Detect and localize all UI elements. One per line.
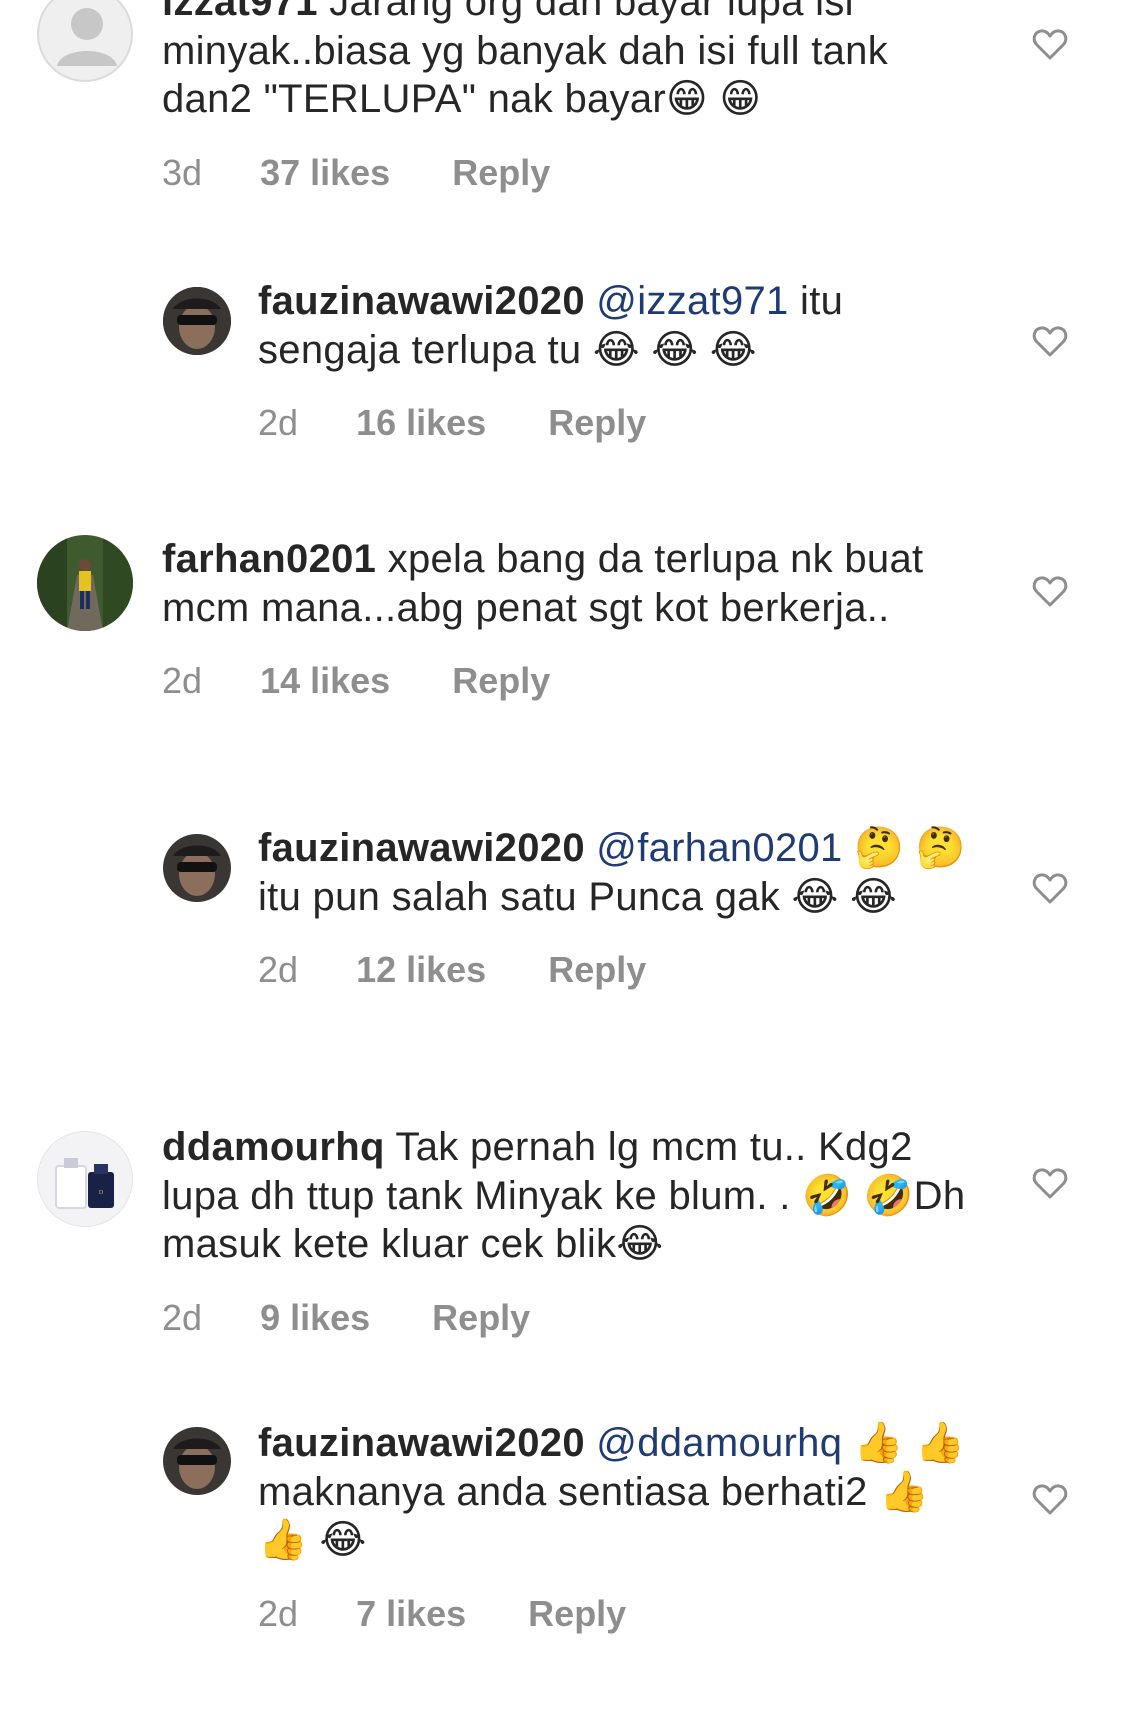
- avatar: [163, 1427, 231, 1495]
- heart-outline-icon[interactable]: [1030, 1163, 1070, 1203]
- comment-text: fauzinawawi2020 @farhan0201 🤔 🤔 itu pun …: [258, 824, 982, 921]
- avatar[interactable]: [163, 287, 231, 355]
- comment-username[interactable]: fauzinawawi2020: [258, 1421, 585, 1465]
- comment-meta: 2d 14 likes Reply: [162, 660, 982, 702]
- svg-text:D: D: [99, 1190, 104, 1196]
- comment-meta: 3d 37 likes Reply: [162, 152, 982, 194]
- comment-text: ddamourhq Tak pernah lg mcm tu.. Kdg2 lu…: [162, 1123, 982, 1269]
- comment-username[interactable]: ddamourhq: [162, 1125, 385, 1169]
- comment-body: ddamourhq Tak pernah lg mcm tu.. Kdg2 lu…: [162, 1123, 982, 1339]
- comment-meta: 2d 16 likes Reply: [258, 402, 982, 444]
- reply-button[interactable]: Reply: [452, 152, 550, 194]
- comment-likes[interactable]: 16 likes: [356, 402, 486, 444]
- default-avatar-icon[interactable]: [37, 0, 133, 82]
- reply-button[interactable]: Reply: [452, 660, 550, 702]
- reply-button[interactable]: Reply: [528, 1593, 626, 1635]
- heart-outline-icon[interactable]: [1030, 868, 1070, 908]
- comment-time: 2d: [258, 949, 299, 990]
- comment-likes[interactable]: 14 likes: [260, 660, 390, 702]
- comments-feed: izzat971 Jarang org dah bayar lupa isi m…: [0, 0, 1125, 1710]
- avatar: [163, 287, 231, 355]
- comment-mention[interactable]: @ddamourhq: [596, 1421, 842, 1465]
- comment-username[interactable]: farhan0201: [162, 537, 376, 581]
- comment-time: 2d: [162, 1296, 203, 1338]
- comment-mention[interactable]: @farhan0201: [596, 826, 842, 870]
- comment-body: farhan0201 xpela bang da terlupa nk buat…: [162, 535, 982, 702]
- comment-username[interactable]: izzat971: [162, 0, 318, 24]
- avatar: [163, 834, 231, 902]
- heart-outline-icon[interactable]: [1030, 1479, 1070, 1519]
- comment-time: 2d: [258, 402, 299, 443]
- avatar[interactable]: D: [37, 1131, 133, 1227]
- comment-likes[interactable]: 7 likes: [356, 1593, 466, 1635]
- comment-body: fauzinawawi2020 @farhan0201 🤔 🤔 itu pun …: [258, 824, 982, 991]
- comment-body: izzat971 Jarang org dah bayar lupa isi m…: [162, 0, 982, 194]
- comment-username[interactable]: fauzinawawi2020: [258, 279, 585, 323]
- comment-mention[interactable]: @izzat971: [596, 279, 788, 323]
- avatar: [37, 535, 133, 631]
- heart-outline-icon[interactable]: [1030, 321, 1070, 361]
- avatar: D: [38, 1132, 132, 1226]
- comment-likes[interactable]: 37 likes: [260, 152, 390, 194]
- comment-text: fauzinawawi2020 @ddamourhq 👍 👍 maknanya …: [258, 1419, 982, 1565]
- comment-likes[interactable]: 12 likes: [356, 949, 486, 991]
- comment-body: fauzinawawi2020 @ddamourhq 👍 👍 maknanya …: [258, 1419, 982, 1635]
- comment-text: izzat971 Jarang org dah bayar lupa isi m…: [162, 0, 982, 124]
- comment-likes[interactable]: 9 likes: [260, 1297, 370, 1339]
- heart-outline-icon[interactable]: [1030, 571, 1070, 611]
- comment-time: 3d: [162, 151, 203, 193]
- avatar[interactable]: [163, 1427, 231, 1495]
- reply-button[interactable]: Reply: [432, 1297, 530, 1339]
- comment-time: 2d: [258, 1592, 299, 1634]
- default-avatar-icon: [57, 8, 117, 66]
- comment-meta: 2d 12 likes Reply: [258, 949, 982, 991]
- comment-text: farhan0201 xpela bang da terlupa nk buat…: [162, 535, 982, 632]
- comment-text: fauzinawawi2020 @izzat971 itu sengaja te…: [258, 277, 982, 374]
- avatar[interactable]: [37, 535, 133, 631]
- comment-body: fauzinawawi2020 @izzat971 itu sengaja te…: [258, 277, 982, 444]
- heart-outline-icon[interactable]: [1030, 24, 1070, 64]
- comment-time: 2d: [162, 660, 203, 701]
- comment-meta: 2d 7 likes Reply: [258, 1593, 982, 1635]
- reply-button[interactable]: Reply: [548, 949, 646, 991]
- comment-meta: 2d 9 likes Reply: [162, 1297, 982, 1339]
- comment-username[interactable]: fauzinawawi2020: [258, 826, 585, 870]
- reply-button[interactable]: Reply: [548, 402, 646, 444]
- avatar[interactable]: [163, 834, 231, 902]
